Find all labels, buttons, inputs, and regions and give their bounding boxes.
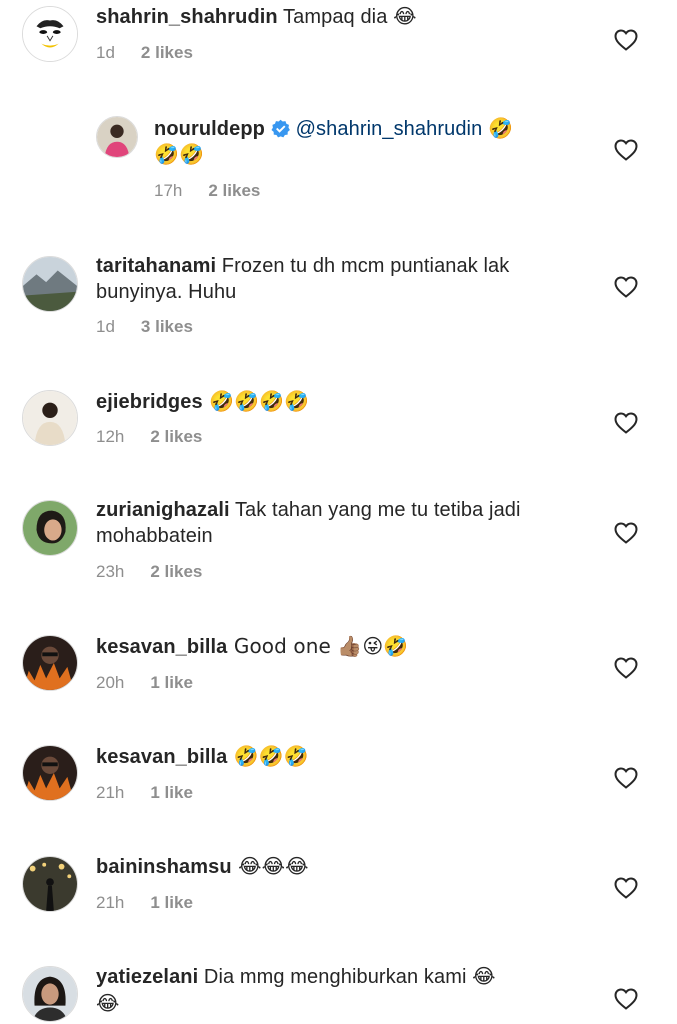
- comment-body: Dia mmg menghiburkan kami 😂: [198, 966, 496, 988]
- comment-time: 1d: [96, 317, 115, 336]
- comment-meta: 21h 1 like: [96, 893, 193, 913]
- like-heart-icon[interactable]: [614, 657, 638, 679]
- comment-body: Tampaq dia 😂: [277, 6, 417, 28]
- like-heart-icon[interactable]: [614, 29, 638, 51]
- comment-username[interactable]: yatiezelani: [96, 966, 198, 988]
- comment-body: Good one 👍🏽😜🤣: [227, 634, 409, 658]
- comment-likes[interactable]: 1 like: [150, 893, 193, 912]
- comment-mention[interactable]: @shahrin_shahrudin: [296, 118, 483, 140]
- comment-likes[interactable]: 1 like: [150, 783, 193, 802]
- comment-body-line2: mohabbatein: [96, 525, 213, 547]
- comment-meta: 12h 2 likes: [96, 427, 202, 447]
- comment-time: 17h: [154, 181, 183, 200]
- comment-body: Tak tahan yang me tu tetiba jadi: [229, 499, 521, 521]
- comment-time: 12h: [96, 427, 125, 446]
- comment-text: nouruldepp @shahrin_shahrudin 🤣 🤣🤣: [154, 116, 564, 168]
- avatar[interactable]: [22, 635, 78, 691]
- comment-username[interactable]: kesavan_billa: [96, 636, 227, 658]
- comment-time: 21h: [96, 893, 125, 912]
- comment-text: shahrin_shahrudin Tampaq dia 😂: [96, 4, 566, 30]
- like-heart-icon[interactable]: [614, 276, 638, 298]
- avatar[interactable]: [22, 856, 78, 912]
- comment-text: ejiebridges 🤣🤣🤣🤣: [96, 388, 566, 415]
- comment-time: 20h: [96, 673, 125, 692]
- comment-text: yatiezelani Dia mmg menghiburkan kami 😂 …: [96, 964, 566, 1017]
- like-heart-icon[interactable]: [614, 877, 638, 899]
- comment-text: kesavan_billa Good one 👍🏽😜🤣: [96, 633, 566, 660]
- comment-username[interactable]: baininshamsu: [96, 856, 232, 878]
- comment-body: Frozen tu dh mcm puntianak lak: [216, 255, 510, 277]
- comment-text: zurianighazali Tak tahan yang me tu teti…: [96, 497, 566, 549]
- comment-likes[interactable]: 3 likes: [141, 317, 193, 336]
- comment-username[interactable]: taritahanami: [96, 255, 216, 277]
- comment-meta: 20h 1 like: [96, 673, 193, 693]
- comment-likes[interactable]: 2 likes: [141, 43, 193, 62]
- avatar[interactable]: [22, 256, 78, 312]
- comment-likes[interactable]: 2 likes: [208, 181, 260, 200]
- avatar[interactable]: [22, 500, 78, 556]
- comment-username[interactable]: zurianighazali: [96, 499, 230, 521]
- comment-meta: 21h 1 like: [96, 783, 193, 803]
- like-heart-icon[interactable]: [614, 412, 638, 434]
- comment-username[interactable]: nouruldepp: [154, 118, 265, 140]
- avatar[interactable]: [22, 966, 78, 1022]
- avatar[interactable]: [22, 6, 78, 62]
- comment-body-line2: bunyinya. Huhu: [96, 281, 237, 303]
- comment-likes[interactable]: 2 likes: [150, 562, 202, 581]
- comment-body-line2: 😂: [96, 991, 120, 1015]
- avatar[interactable]: [22, 390, 78, 446]
- comment-time: 1d: [96, 43, 115, 62]
- comment-meta: 17h 2 likes: [154, 181, 260, 201]
- comment-body: 🤣🤣🤣: [227, 744, 309, 768]
- comment-meta: 1d 3 likes: [96, 317, 193, 337]
- comment-text: taritahanami Frozen tu dh mcm puntianak …: [96, 253, 566, 305]
- like-heart-icon[interactable]: [614, 988, 638, 1010]
- avatar[interactable]: [22, 745, 78, 801]
- comment-text: kesavan_billa 🤣🤣🤣: [96, 743, 566, 770]
- comment-meta: 23h 2 likes: [96, 562, 202, 582]
- comment-username[interactable]: kesavan_billa: [96, 746, 227, 768]
- comment-username[interactable]: ejiebridges: [96, 391, 203, 413]
- comment-body-line2: 🤣🤣: [154, 144, 205, 166]
- avatar[interactable]: [96, 116, 138, 158]
- comment-time: 21h: [96, 783, 125, 802]
- comment-body: 🤣🤣🤣🤣: [202, 389, 310, 413]
- like-heart-icon[interactable]: [614, 767, 638, 789]
- comment-likes[interactable]: 2 likes: [150, 427, 202, 446]
- comment-likes[interactable]: 1 like: [150, 673, 193, 692]
- comment-time: 23h: [96, 562, 125, 581]
- like-heart-icon[interactable]: [614, 139, 638, 161]
- comment-body: 😂😂😂: [231, 854, 309, 878]
- comment-username[interactable]: shahrin_shahrudin: [96, 6, 278, 28]
- verified-badge-icon: [271, 119, 290, 138]
- like-heart-icon[interactable]: [614, 522, 638, 544]
- comment-text: baininshamsu 😂😂😂: [96, 853, 566, 880]
- comment-body: 🤣: [482, 118, 513, 140]
- comment-meta: 1d 2 likes: [96, 43, 193, 63]
